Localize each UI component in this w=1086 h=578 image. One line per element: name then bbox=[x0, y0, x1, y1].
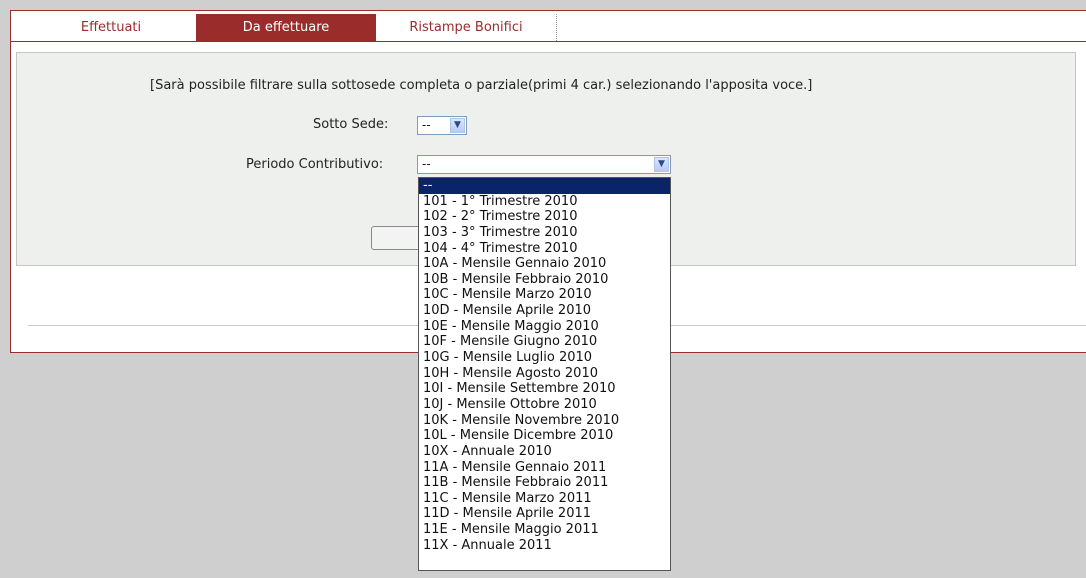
dropdown-option[interactable]: 102 - 2° Trimestre 2010 bbox=[419, 209, 670, 225]
dropdown-option[interactable]: 10X - Annuale 2010 bbox=[419, 444, 670, 460]
dropdown-option[interactable]: 10B - Mensile Febbraio 2010 bbox=[419, 272, 670, 288]
dropdown-option[interactable]: 10A - Mensile Gennaio 2010 bbox=[419, 256, 670, 272]
dropdown-option[interactable]: 11E - Mensile Maggio 2011 bbox=[419, 522, 670, 538]
tab-bar: Effettuati Da effettuare Ristampe Bonifi… bbox=[11, 11, 1086, 42]
filter-note: [Sarà possibile filtrare sulla sottosede… bbox=[150, 78, 813, 93]
sotto-sede-select[interactable]: -- ▼ bbox=[417, 116, 467, 135]
dropdown-option[interactable]: 11C - Mensile Marzo 2011 bbox=[419, 491, 670, 507]
periodo-contributivo-label: Periodo Contributivo: bbox=[246, 157, 384, 172]
periodo-contributivo-select[interactable]: -- ▼ bbox=[417, 155, 671, 174]
sotto-sede-value: -- bbox=[422, 118, 431, 132]
dropdown-option[interactable]: 101 - 1° Trimestre 2010 bbox=[419, 194, 670, 210]
dropdown-option[interactable]: 10K - Mensile Novembre 2010 bbox=[419, 413, 670, 429]
dropdown-option[interactable]: 11D - Mensile Aprile 2011 bbox=[419, 506, 670, 522]
dropdown-option[interactable]: 10H - Mensile Agosto 2010 bbox=[419, 366, 670, 382]
sotto-sede-label: Sotto Sede: bbox=[313, 117, 389, 132]
dropdown-option[interactable]: 104 - 4° Trimestre 2010 bbox=[419, 241, 670, 257]
chevron-down-icon[interactable]: ▼ bbox=[654, 157, 669, 172]
tab-ristampe-bonifici[interactable]: Ristampe Bonifici bbox=[376, 14, 557, 41]
dropdown-option[interactable]: 10I - Mensile Settembre 2010 bbox=[419, 381, 670, 397]
tab-da-effettuare[interactable]: Da effettuare bbox=[196, 14, 376, 41]
dropdown-option[interactable]: 10F - Mensile Giugno 2010 bbox=[419, 334, 670, 350]
dropdown-option[interactable]: 10E - Mensile Maggio 2010 bbox=[419, 319, 670, 335]
periodo-contributivo-dropdown-list[interactable]: -- 101 - 1° Trimestre 2010 102 - 2° Trimes… bbox=[418, 177, 671, 571]
tab-effettuati[interactable]: Effettuati bbox=[41, 14, 181, 41]
dropdown-option[interactable]: 10J - Mensile Ottobre 2010 bbox=[419, 397, 670, 413]
dropdown-option[interactable]: 103 - 3° Trimestre 2010 bbox=[419, 225, 670, 241]
dropdown-option[interactable]: 10C - Mensile Marzo 2010 bbox=[419, 287, 670, 303]
dropdown-option[interactable]: 11X - Annuale 2011 bbox=[419, 538, 670, 554]
dropdown-option[interactable]: 10G - Mensile Luglio 2010 bbox=[419, 350, 670, 366]
dropdown-option[interactable]: -- bbox=[419, 178, 670, 194]
dropdown-option[interactable]: 10D - Mensile Aprile 2010 bbox=[419, 303, 670, 319]
chevron-down-icon[interactable]: ▼ bbox=[450, 118, 465, 133]
dropdown-option[interactable]: 11B - Mensile Febbraio 2011 bbox=[419, 475, 670, 491]
dropdown-option[interactable]: 11A - Mensile Gennaio 2011 bbox=[419, 460, 670, 476]
periodo-contributivo-value: -- bbox=[422, 157, 431, 171]
dropdown-option[interactable]: 10L - Mensile Dicembre 2010 bbox=[419, 428, 670, 444]
